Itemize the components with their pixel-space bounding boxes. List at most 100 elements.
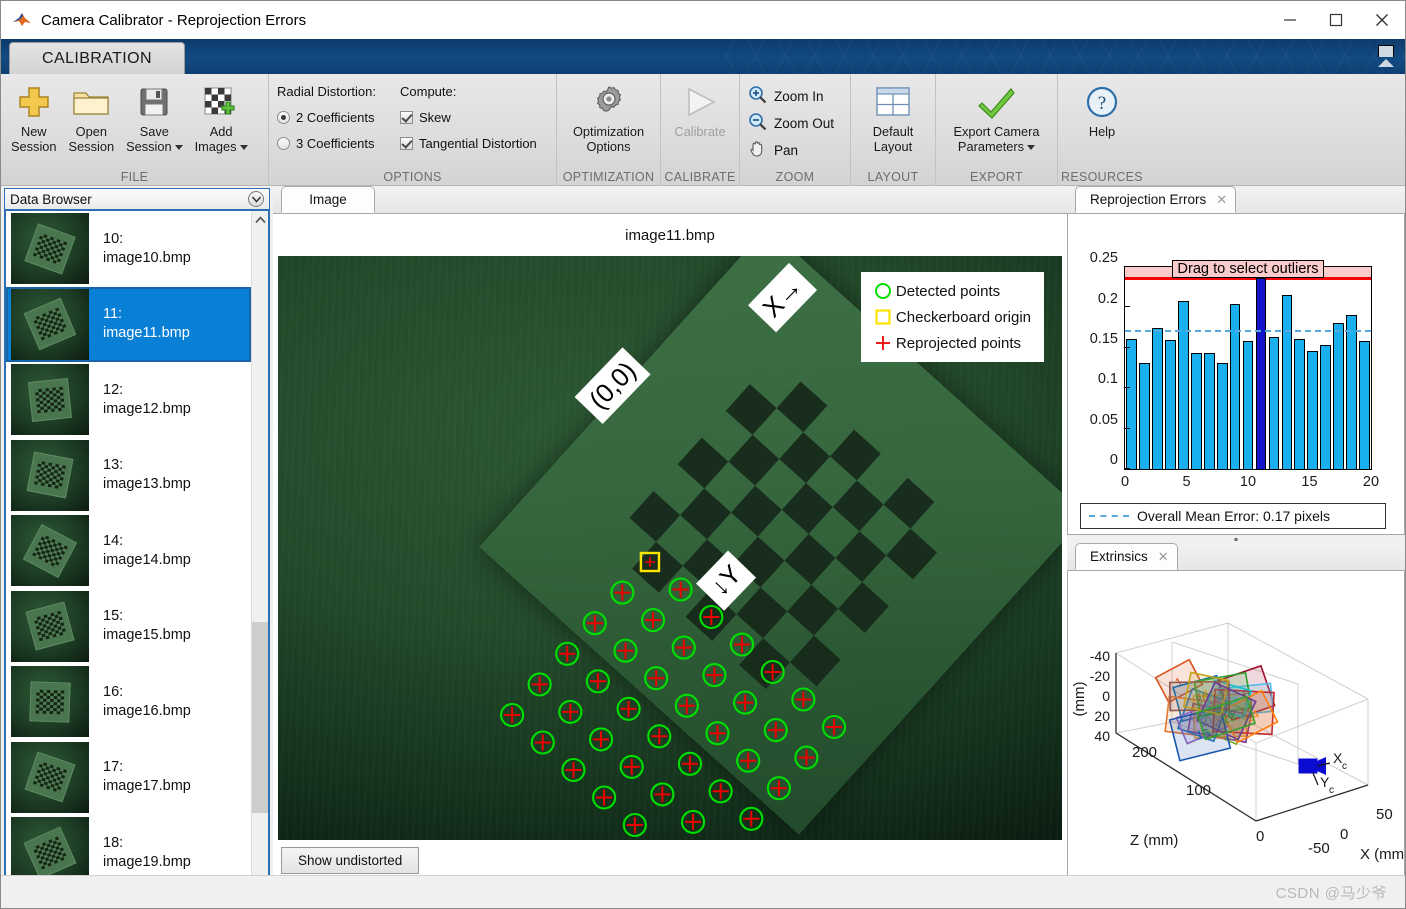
chevron-down-icon[interactable] xyxy=(1027,145,1035,150)
bar[interactable] xyxy=(1178,301,1189,469)
minimize-button[interactable] xyxy=(1267,1,1313,39)
detected-point-marker xyxy=(621,756,643,778)
reprojection-chart-body: Mean Error in Pixels Drag to select outl… xyxy=(1067,214,1405,535)
ribbon-group-zoom: Zoom In Zoom Out xyxy=(740,74,851,186)
axis-tick-label: 20 xyxy=(1094,708,1110,724)
list-item[interactable]: 11:image11.bmp xyxy=(6,287,251,363)
calibrate-button[interactable]: Calibrate xyxy=(668,78,731,139)
help-button[interactable]: ? Help xyxy=(1075,78,1129,139)
y-axis-tick-label: 0 xyxy=(1110,452,1118,468)
bar[interactable] xyxy=(1256,278,1267,469)
axis-tick-label: -20 xyxy=(1090,668,1110,684)
data-browser-title: Data Browser xyxy=(10,192,92,207)
add-images-label: AddImages xyxy=(195,124,248,154)
optimization-options-button[interactable]: OptimizationOptions xyxy=(567,78,650,154)
list-item-filename: image12.bmp xyxy=(103,401,191,417)
checkbox-tangential-distortion[interactable]: Tangential Distortion xyxy=(400,130,537,156)
legend-row-detected: Detected points xyxy=(870,279,1031,303)
extrinsics-plot-body: 12345678910111213141516171819XcYc-40-200… xyxy=(1067,571,1405,908)
bar[interactable] xyxy=(1243,341,1254,469)
list-item[interactable]: 10:image10.bmp xyxy=(6,211,251,287)
bar[interactable] xyxy=(1359,341,1370,469)
close-icon[interactable]: ✕ xyxy=(1216,192,1227,208)
reprojection-errors-panel: Reprojection Errors ✕ Mean Error in Pixe… xyxy=(1067,186,1405,535)
chevron-down-icon[interactable] xyxy=(240,145,248,150)
calibration-photo[interactable]: (0,0) X→ ↓Y Detected points xyxy=(278,256,1062,840)
bar[interactable] xyxy=(1346,315,1357,469)
save-session-button[interactable]: SaveSession xyxy=(120,78,189,154)
list-item[interactable]: 13:image13.bmp xyxy=(6,438,251,514)
list-item-index: 15: xyxy=(103,608,123,624)
extrinsics-3d-plot[interactable]: 12345678910111213141516171819XcYc-40-200… xyxy=(1068,571,1404,871)
tab-image[interactable]: Image xyxy=(281,186,375,213)
open-session-button[interactable]: OpenSession xyxy=(63,78,121,154)
checkbox-skew[interactable]: Skew xyxy=(400,104,537,130)
show-undistorted-button[interactable]: Show undistorted xyxy=(281,847,419,874)
chart-plot-area[interactable]: Drag to select outliers 00.050.10.150.20… xyxy=(1124,266,1372,470)
maximize-button[interactable] xyxy=(1313,1,1359,39)
bar[interactable] xyxy=(1294,339,1305,469)
checkbox-checked-icon xyxy=(400,137,413,150)
new-session-button[interactable]: NewSession xyxy=(5,78,63,154)
chevron-down-icon[interactable] xyxy=(175,145,183,150)
zoom-out-button[interactable]: Zoom Out xyxy=(748,110,834,137)
list-item[interactable]: 12:image12.bmp xyxy=(6,362,251,438)
data-browser-scrollbar[interactable] xyxy=(251,211,268,902)
bar[interactable] xyxy=(1152,328,1163,469)
image-display-area: image11.bmp (0,0) X→ ↓Y Dete xyxy=(273,214,1067,908)
bar[interactable] xyxy=(1191,353,1202,469)
axis-tick-label: 100 xyxy=(1186,782,1211,799)
reprojected-point-marker xyxy=(535,735,551,751)
bar[interactable] xyxy=(1333,323,1344,469)
ribbon: NewSession OpenSession xyxy=(1,74,1405,186)
default-layout-button[interactable]: DefaultLayout xyxy=(866,78,920,154)
ribbon-group-layout: DefaultLayout LAYOUT xyxy=(851,74,936,186)
pan-button[interactable]: Pan xyxy=(748,137,834,164)
bar[interactable] xyxy=(1126,339,1137,469)
tab-extrinsics[interactable]: Extrinsics ✕ xyxy=(1075,543,1178,570)
close-icon[interactable]: ✕ xyxy=(1158,549,1169,565)
list-item-index: 14: xyxy=(103,533,123,549)
close-button[interactable] xyxy=(1359,1,1405,39)
reprojected-point-marker xyxy=(590,673,606,689)
checkbox-tangential-label: Tangential Distortion xyxy=(419,136,537,151)
chevron-down-icon[interactable] xyxy=(248,191,264,207)
reprojected-point-marker xyxy=(685,814,701,830)
detected-point-marker xyxy=(648,725,670,747)
window-title: Camera Calibrator - Reprojection Errors xyxy=(41,12,306,29)
list-item[interactable]: 14:image14.bmp xyxy=(6,513,251,589)
bar[interactable] xyxy=(1307,351,1318,469)
bar[interactable] xyxy=(1165,340,1176,469)
list-item[interactable]: 15:image15.bmp xyxy=(6,589,251,665)
bar[interactable] xyxy=(1139,363,1150,469)
data-browser-list-container: 10:image10.bmp 11:image11.bmp12:image12.b… xyxy=(4,210,270,904)
right-dock: Reprojection Errors ✕ Mean Error in Pixe… xyxy=(1067,186,1405,908)
scroll-up-arrow-icon[interactable] xyxy=(252,211,268,228)
list-item[interactable]: 16:image16.bmp xyxy=(6,664,251,740)
list-item-index: 13: xyxy=(103,457,123,473)
bar[interactable] xyxy=(1269,337,1280,470)
list-item[interactable]: 17:image17.bmp xyxy=(6,740,251,816)
bar[interactable] xyxy=(1320,345,1331,469)
zoom-in-button[interactable]: Zoom In xyxy=(748,83,834,110)
axis-tick-label: Z (mm) xyxy=(1130,832,1178,849)
radio-3-coefficients[interactable]: 3 Coefficients xyxy=(277,130,376,156)
bar[interactable] xyxy=(1204,353,1215,469)
add-images-button[interactable]: AddImages xyxy=(189,78,254,154)
export-camera-parameters-button[interactable]: Export CameraParameters xyxy=(947,78,1045,154)
bar[interactable] xyxy=(1282,295,1293,469)
list-item-label: 10:image10.bmp xyxy=(103,230,191,268)
tab-reprojection-errors[interactable]: Reprojection Errors ✕ xyxy=(1075,186,1236,213)
yellow-square-icon xyxy=(870,308,896,326)
checkerboard-plus-icon xyxy=(204,81,238,123)
bar[interactable] xyxy=(1217,363,1228,469)
collapse-ribbon-icon[interactable] xyxy=(1375,45,1397,67)
list-item-index: 17: xyxy=(103,759,123,775)
image-list[interactable]: 10:image10.bmp 11:image11.bmp12:image12.b… xyxy=(6,211,251,902)
radio-2-coefficients[interactable]: 2 Coefficients xyxy=(277,104,376,130)
dock-splitter[interactable] xyxy=(1067,535,1405,543)
image-legend: Detected points Checkerboard origin xyxy=(861,272,1044,362)
tab-calibration[interactable]: CALIBRATION xyxy=(9,42,185,74)
scroll-thumb[interactable] xyxy=(252,622,269,813)
scroll-track[interactable] xyxy=(252,228,268,885)
